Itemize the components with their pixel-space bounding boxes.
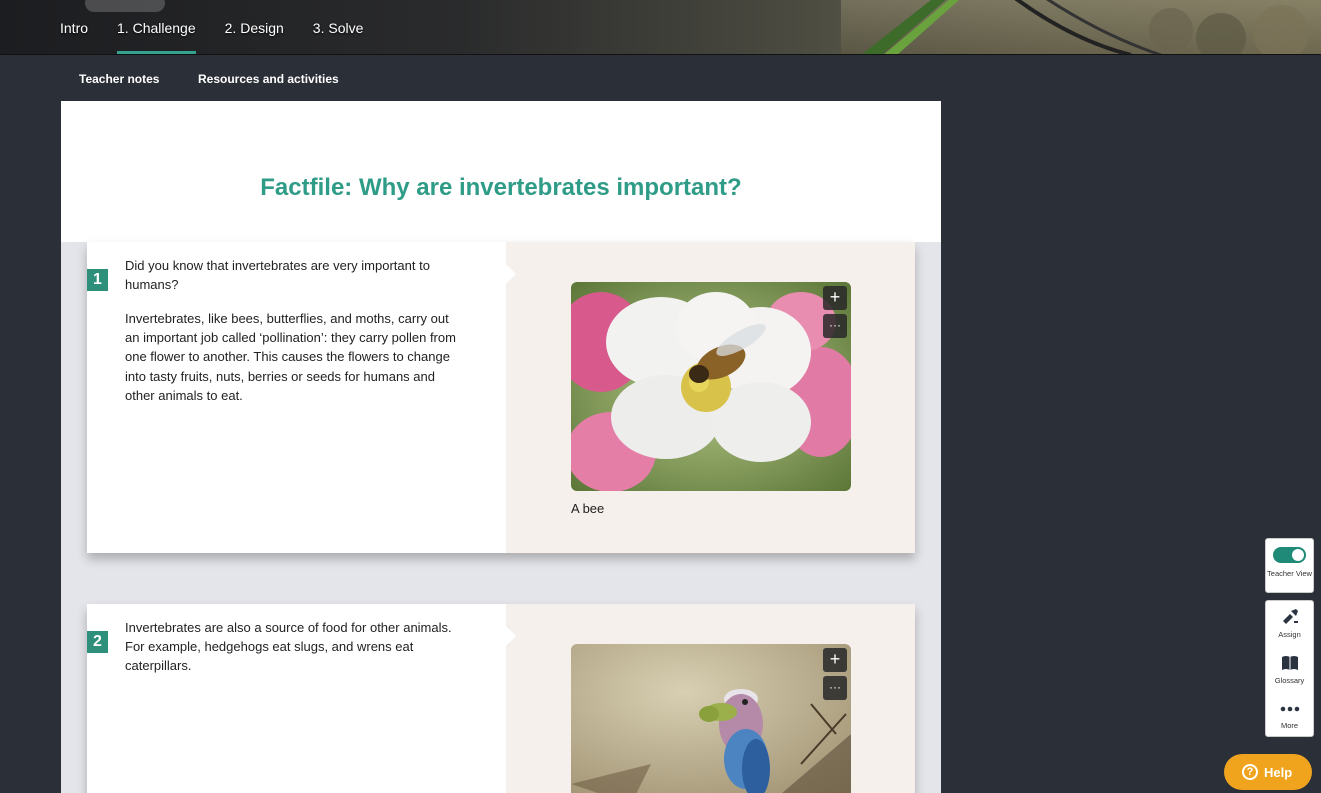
tab-intro[interactable]: Intro — [60, 0, 88, 54]
section-text: 1 Did you know that invertebrates are ve… — [87, 242, 506, 553]
section-number-badge: 2 — [87, 631, 108, 653]
glossary-button[interactable]: Glossary — [1266, 647, 1313, 691]
more-label: More — [1280, 721, 1299, 730]
ellipsis-icon — [1280, 706, 1300, 712]
page-header: Factfile: Why are invertebrates importan… — [61, 101, 941, 242]
teacher-view-label: Teacher View — [1267, 569, 1312, 578]
section-paragraph: Invertebrates are also a source of food … — [125, 620, 452, 674]
section-media: + ··· A bee — [506, 242, 915, 553]
bee-image: + ··· — [571, 282, 851, 491]
image-more-button[interactable]: ··· — [823, 676, 847, 700]
roller-bird-photo — [571, 644, 851, 793]
tab-solve[interactable]: 3. Solve — [313, 0, 364, 54]
bird-image: + ··· — [571, 644, 851, 793]
sub-nav: Teacher notes Resources and activities — [0, 56, 1321, 101]
section-pointer — [506, 264, 516, 284]
help-button[interactable]: ? Help — [1224, 754, 1312, 790]
factfile-section-1: 1 Did you know that invertebrates are ve… — [87, 242, 915, 553]
glossary-label: Glossary — [1274, 676, 1305, 685]
section-number-badge: 1 — [87, 269, 108, 291]
resources-activities-link[interactable]: Resources and activities — [198, 72, 339, 86]
section-media: + ··· — [506, 604, 915, 793]
image-caption: A bee — [571, 501, 605, 516]
hero-banner-image — [841, 0, 1321, 54]
help-label: Help — [1264, 765, 1293, 780]
section-paragraph: Invertebrates, like bees, butterflies, a… — [125, 311, 456, 403]
toggle-knob — [1292, 549, 1304, 561]
section-text: 2 Invertebrates are also a source of foo… — [87, 604, 506, 793]
main-content: Factfile: Why are invertebrates importan… — [61, 101, 941, 793]
zoom-image-button[interactable]: + — [823, 648, 847, 672]
assign-icon — [1283, 609, 1298, 624]
top-nav: Intro 1. Challenge 2. Design 3. Solve — [0, 0, 1321, 55]
assign-button[interactable]: Assign — [1266, 601, 1313, 645]
bee-on-flower-photo — [571, 282, 851, 491]
tab-challenge[interactable]: 1. Challenge — [117, 0, 196, 54]
teacher-notes-link[interactable]: Teacher notes — [79, 72, 159, 86]
side-toolbar: Assign Glossary More — [1265, 600, 1314, 737]
section-paragraph: Did you know that invertebrates are very… — [125, 258, 430, 293]
image-more-button[interactable]: ··· — [823, 314, 847, 338]
more-button[interactable]: More — [1266, 693, 1313, 737]
assign-label: Assign — [1278, 630, 1301, 639]
teacher-view-panel: Teacher View — [1265, 538, 1314, 593]
zoom-image-button[interactable]: + — [823, 286, 847, 310]
tab-design[interactable]: 2. Design — [225, 0, 284, 54]
teacher-view-toggle[interactable] — [1273, 547, 1306, 563]
question-icon: ? — [1242, 764, 1258, 780]
section-pointer — [506, 626, 516, 646]
page-title: Factfile: Why are invertebrates importan… — [260, 174, 742, 201]
book-icon — [1282, 656, 1298, 670]
factfile-section-2: 2 Invertebrates are also a source of foo… — [87, 604, 915, 793]
